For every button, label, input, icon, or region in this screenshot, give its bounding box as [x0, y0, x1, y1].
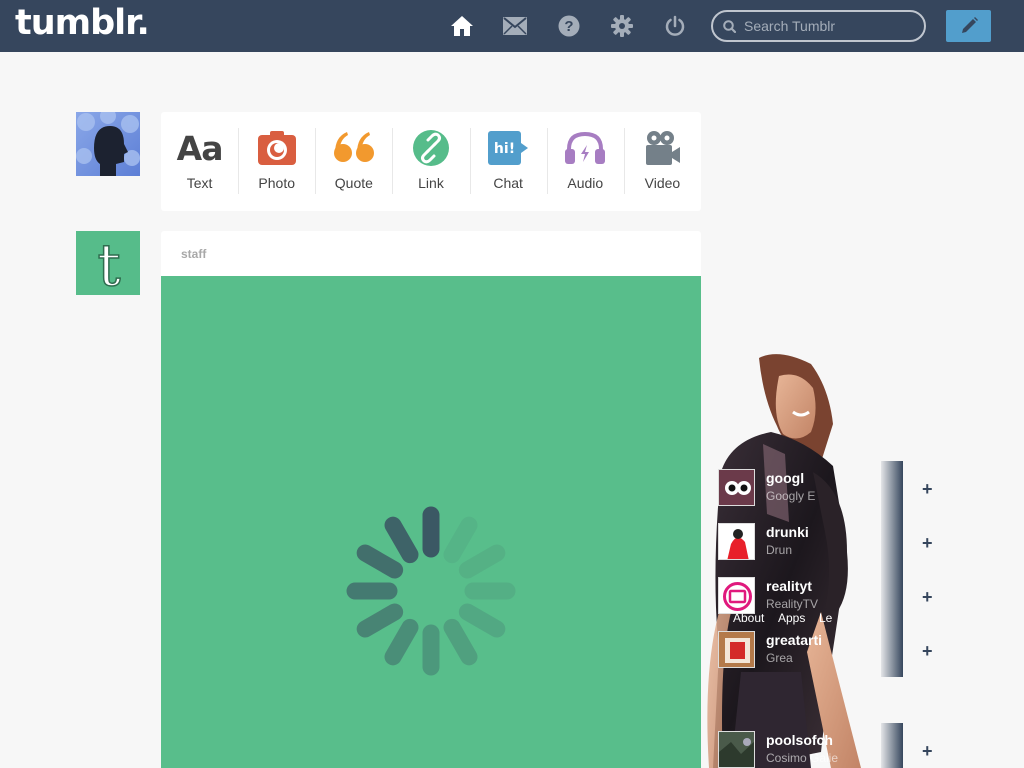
recommended-blog-avatar [718, 631, 755, 668]
camera-icon [256, 129, 298, 167]
recommended-blog-avatar [718, 523, 755, 560]
recommended-blog-avatar [718, 469, 755, 506]
home-icon[interactable] [450, 14, 474, 38]
search-input[interactable] [744, 18, 914, 34]
post-type-menu: Aa Text Photo Quote Link hi! Chat Audio [161, 112, 701, 211]
sidebar: googl Googly E + drunki Drun + realityt … [701, 52, 1024, 768]
follow-button[interactable]: + [922, 587, 933, 608]
post-type-text[interactable]: Aa Text [161, 112, 238, 211]
post-blog-name[interactable]: staff [161, 231, 701, 276]
staff-avatar[interactable]: t [76, 231, 140, 295]
search-icon [723, 19, 736, 33]
footer-link-apps[interactable]: Apps [778, 611, 805, 625]
svg-text:t: t [97, 231, 120, 295]
mail-icon[interactable] [503, 14, 527, 38]
post-type-label: Video [644, 175, 681, 191]
follow-fade [881, 623, 903, 677]
post-type-label: Text [186, 175, 213, 191]
post-type-label: Quote [334, 175, 373, 191]
follow-button[interactable]: + [922, 479, 933, 500]
recommended-blog-avatar [718, 731, 755, 768]
follow-fade [881, 515, 903, 569]
text-icon: Aa [176, 128, 224, 168]
recommended-blog-avatar [718, 577, 755, 614]
recommended-blog[interactable]: greatarti Grea + [718, 623, 933, 677]
gear-icon[interactable] [610, 14, 634, 38]
recommended-blog-name: realityt [766, 578, 812, 594]
search-box [711, 10, 926, 42]
footer-link-legal[interactable]: Le [819, 611, 832, 625]
link-icon [410, 129, 452, 167]
post-type-chat[interactable]: hi! Chat [469, 112, 547, 211]
post-type-photo[interactable]: Photo [238, 112, 315, 211]
recommended-blog-name: poolsofch [766, 732, 833, 748]
post-type-label: Photo [258, 175, 295, 191]
loading-spinner-icon [346, 506, 516, 676]
quote-icon [333, 129, 375, 167]
help-icon[interactable]: ? [557, 14, 581, 38]
post-type-label: Link [418, 175, 444, 191]
chat-icon: hi! [487, 129, 529, 167]
recommended-blog[interactable]: poolsofch Cosimo Galie + [718, 723, 933, 768]
post-type-link[interactable]: Link [392, 112, 469, 211]
recommended-blog-title: Grea [766, 651, 793, 665]
follow-button[interactable]: + [922, 641, 933, 662]
post-type-audio[interactable]: Audio [546, 112, 624, 211]
compose-button[interactable] [946, 10, 991, 42]
follow-button[interactable]: + [922, 533, 933, 554]
user-avatar[interactable] [76, 112, 140, 176]
svg-text:hi!: hi! [494, 141, 515, 157]
recommended-blog-title: RealityTV [766, 597, 819, 611]
post-type-video[interactable]: Video [623, 112, 701, 211]
dashboard-post: staff [161, 231, 701, 768]
recommended-blog[interactable]: realityt RealityTV + [718, 569, 933, 623]
recommended-blog-name: drunki [766, 524, 809, 540]
recommended-blog-name: greatarti [766, 632, 823, 648]
recommended-blog-title: Cosimo Galie [766, 751, 839, 765]
recommended-blog-title: Googly E [766, 489, 816, 503]
post-type-label: Chat [493, 175, 523, 191]
video-camera-icon [641, 129, 683, 167]
recommended-blog[interactable]: drunki Drun + [718, 515, 933, 569]
tumblr-logo[interactable]: tumblr. [15, 3, 150, 43]
headphones-icon [564, 129, 606, 167]
post-media[interactable] [161, 276, 701, 768]
pencil-icon [961, 17, 978, 33]
recommended-blog[interactable]: googl Googly E + [718, 461, 933, 515]
svg-text:?: ? [564, 18, 573, 35]
follow-button[interactable]: + [922, 741, 933, 762]
recommended-blog-title: Drun [766, 543, 793, 557]
footer-link-about[interactable]: About [733, 611, 764, 625]
post-type-quote[interactable]: Quote [315, 112, 392, 211]
power-icon[interactable] [663, 14, 687, 38]
top-navigation-bar: tumblr. ? [0, 0, 1024, 52]
follow-fade [881, 723, 903, 768]
recommended-blog-name: googl [766, 470, 805, 486]
follow-fade [881, 461, 903, 515]
post-type-label: Audio [567, 175, 604, 191]
follow-fade [881, 569, 903, 623]
